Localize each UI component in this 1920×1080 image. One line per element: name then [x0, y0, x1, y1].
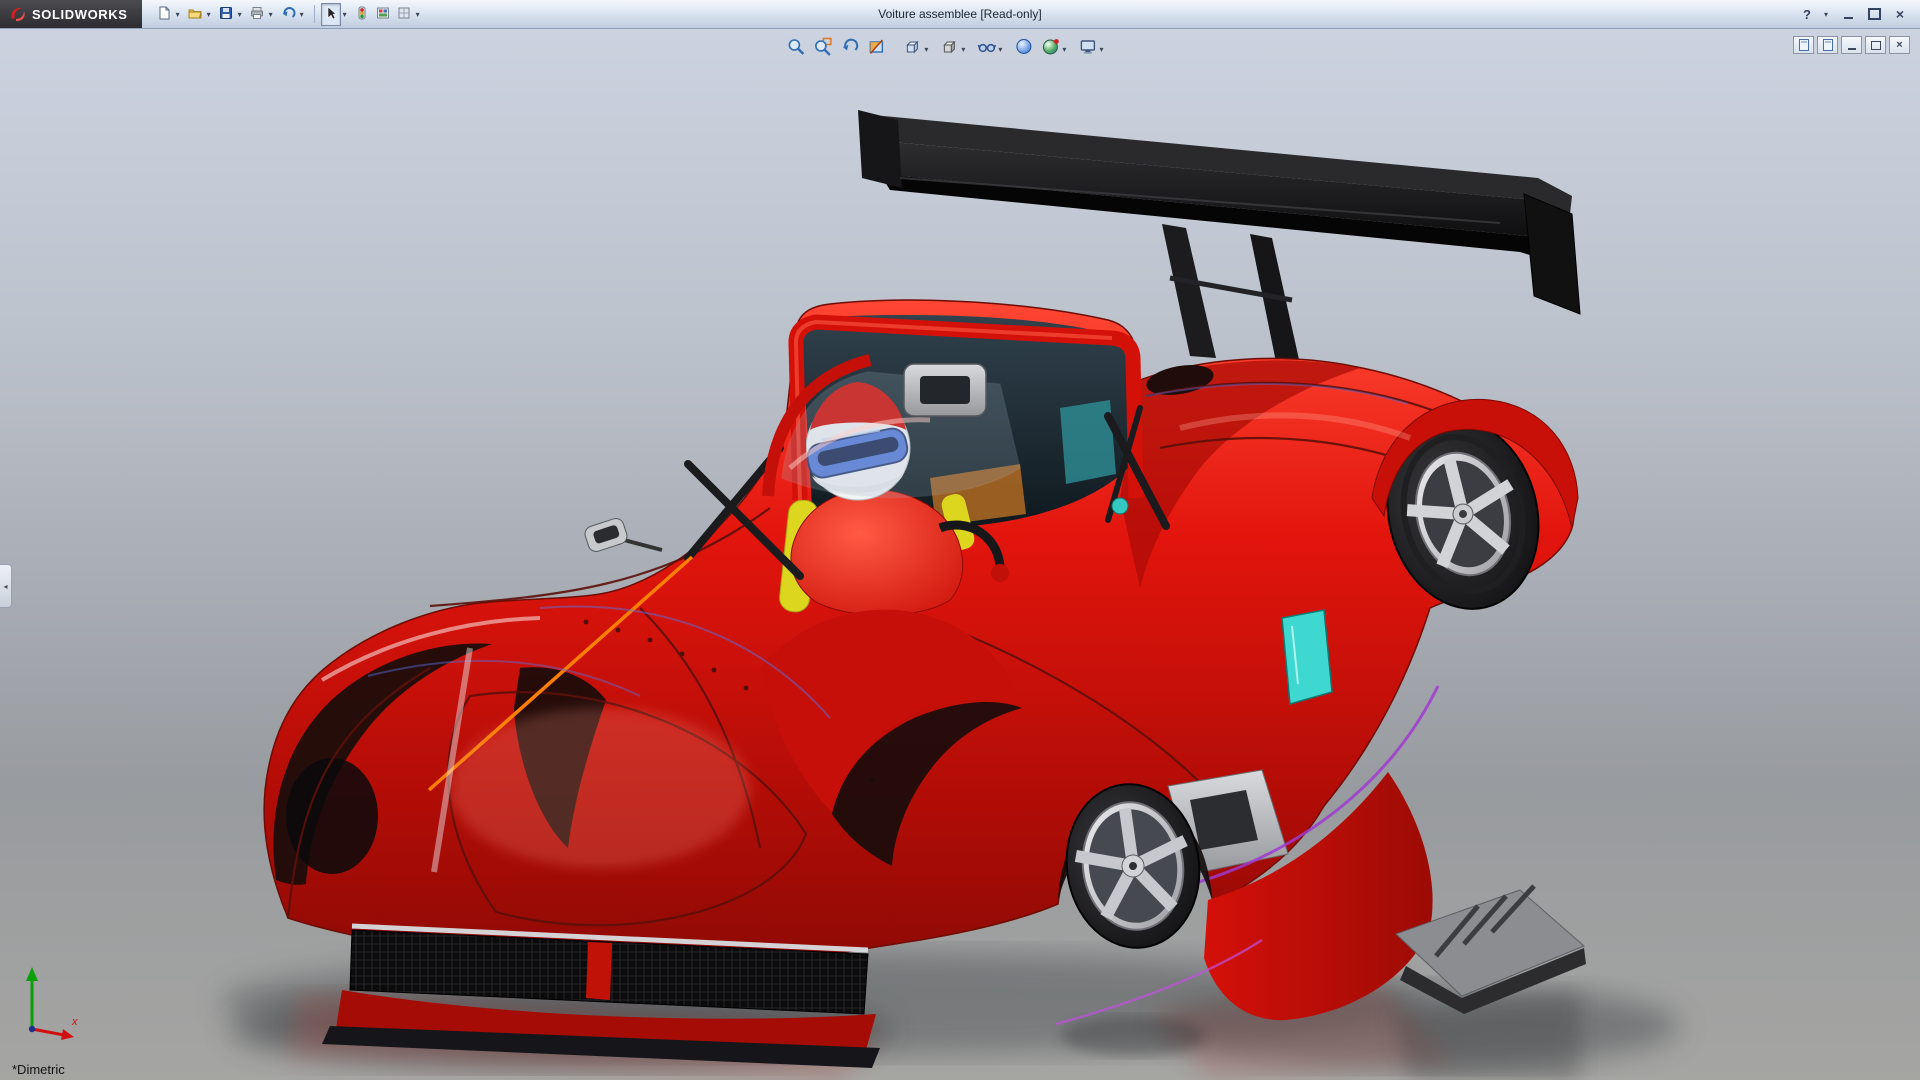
previous-view-button[interactable] — [837, 35, 862, 63]
view-orientation-button[interactable]: ▾ — [900, 35, 935, 63]
titlebar: SOLIDWORKS ▾ ▾ ▾ ▾ ▾ ▾ ▾ Voiture assembl… — [0, 0, 1920, 29]
rear-wing-struts[interactable] — [1162, 224, 1300, 364]
camera-pod — [1111, 497, 1129, 515]
side-window-teal — [1281, 609, 1333, 705]
save-button[interactable] — [216, 3, 236, 26]
zoom-to-area-icon — [813, 37, 832, 61]
triad-x-axis — [31, 1027, 65, 1037]
headsup-view-toolbar: ▾ ▾ ▾ ▾ ▾ — [783, 35, 1110, 63]
print-button[interactable] — [247, 3, 267, 26]
view-settings-button[interactable]: ▾ — [1075, 35, 1110, 63]
undo-arrow-icon — [280, 5, 296, 24]
restore-icon — [1870, 40, 1881, 50]
printer-icon — [249, 5, 265, 24]
edit-appearance-ball-icon — [1014, 37, 1033, 61]
chevron-down-icon[interactable]: ▾ — [300, 10, 304, 19]
chevron-down-icon[interactable]: ▾ — [269, 10, 273, 19]
chevron-down-icon[interactable]: ▾ — [1099, 45, 1103, 54]
chevron-down-icon[interactable]: ▾ — [1062, 45, 1066, 54]
reference-triad: x — [12, 963, 88, 1050]
new-document-button[interactable] — [154, 3, 174, 26]
side-mirror[interactable] — [583, 516, 663, 553]
doc-minimize-button[interactable] — [1841, 36, 1862, 54]
open-button[interactable] — [185, 3, 205, 26]
window-page-icon — [1798, 39, 1809, 51]
zoom-to-fit-button[interactable] — [783, 35, 808, 63]
select-tool-button[interactable] — [320, 2, 341, 26]
triad-origin — [28, 1025, 36, 1033]
color-display-icon — [375, 5, 391, 24]
maximize-icon — [1867, 8, 1881, 20]
previous-window-button[interactable] — [1793, 36, 1814, 54]
new-document-icon — [156, 5, 172, 24]
graphics-area[interactable] — [0, 28, 1920, 1080]
chevron-down-icon[interactable]: ▾ — [924, 45, 928, 54]
mirror-pod[interactable] — [903, 363, 987, 417]
chevron-down-icon[interactable]: ▾ — [238, 10, 242, 19]
close-button[interactable]: × — [1890, 4, 1910, 24]
save-floppy-icon — [218, 5, 234, 24]
window-page-icon — [1822, 39, 1833, 51]
chevron-down-icon[interactable]: ▾ — [961, 45, 965, 54]
previous-view-icon — [840, 37, 859, 61]
view-orientation-icon — [903, 37, 922, 61]
maximize-button[interactable] — [1864, 4, 1884, 24]
apply-scene-globe-icon — [1041, 37, 1060, 61]
minimize-icon — [1843, 9, 1853, 19]
hidden-wheel-shadow — [286, 758, 378, 874]
section-view-icon — [867, 37, 886, 61]
solidworks-window: SOLIDWORKS ▾ ▾ ▾ ▾ ▾ ▾ ▾ Voiture assembl… — [0, 0, 1920, 1080]
driver-glove — [991, 564, 1009, 582]
options-grid-icon — [396, 5, 412, 24]
chevron-down-icon[interactable]: ▾ — [998, 45, 1002, 54]
rebuild-button[interactable] — [352, 3, 372, 26]
help-button[interactable]: ? — [1797, 4, 1817, 24]
grille-divider — [586, 942, 612, 1000]
toolbar-separator — [313, 5, 315, 23]
ds-logo-icon — [11, 7, 25, 22]
hide-show-items-button[interactable]: ▾ — [974, 35, 1009, 63]
section-view-button[interactable] — [864, 35, 889, 63]
triad-x-label: x — [71, 1016, 78, 1028]
document-window-controls: × — [1793, 36, 1910, 54]
doc-close-button[interactable]: × — [1889, 36, 1910, 54]
chevron-down-icon[interactable]: ▾ — [343, 10, 347, 19]
color-display-mode-button[interactable] — [373, 3, 393, 26]
main-toolbar: ▾ ▾ ▾ ▾ ▾ ▾ ▾ — [154, 2, 424, 26]
open-folder-icon — [187, 5, 203, 24]
chevron-down-icon[interactable]: ▾ — [176, 10, 180, 19]
brand-text: SOLIDWORKS — [32, 6, 128, 22]
minimize-button[interactable] — [1838, 4, 1858, 24]
feature-tree-collapse-tab[interactable]: ◂ — [0, 564, 12, 608]
sill-vent — [1190, 790, 1258, 850]
chevron-down-icon[interactable]: ▾ — [416, 10, 420, 19]
view-settings-icon — [1078, 37, 1097, 61]
edit-appearance-button[interactable] — [1011, 35, 1036, 63]
select-cursor-icon — [323, 5, 339, 24]
display-style-button[interactable]: ▾ — [937, 35, 972, 63]
doc-restore-button[interactable] — [1865, 36, 1886, 54]
chevron-down-icon[interactable]: ▾ — [207, 10, 211, 19]
view-orientation-label: *Dimetric — [12, 1062, 65, 1077]
hide-show-glasses-icon — [977, 37, 997, 61]
rear-wing[interactable] — [858, 110, 1581, 315]
window-controls: ? ▾ × — [1797, 4, 1920, 24]
undo-button[interactable] — [278, 3, 298, 26]
rebuild-traffic-light-icon — [354, 5, 370, 24]
next-window-button[interactable] — [1817, 36, 1838, 54]
graphics-viewport[interactable]: ▾ ▾ ▾ ▾ ▾ × ◂ x *Dimetric — [0, 28, 1920, 1080]
minimize-icon — [1847, 41, 1856, 50]
chevron-down-icon[interactable]: ▾ — [1824, 10, 1828, 19]
zoom-to-fit-icon — [786, 37, 805, 61]
options-button[interactable] — [394, 3, 414, 26]
display-style-icon — [940, 37, 959, 61]
solidworks-logo: SOLIDWORKS — [0, 0, 142, 28]
zoom-to-area-button[interactable] — [810, 35, 835, 63]
apply-scene-button[interactable]: ▾ — [1038, 35, 1073, 63]
